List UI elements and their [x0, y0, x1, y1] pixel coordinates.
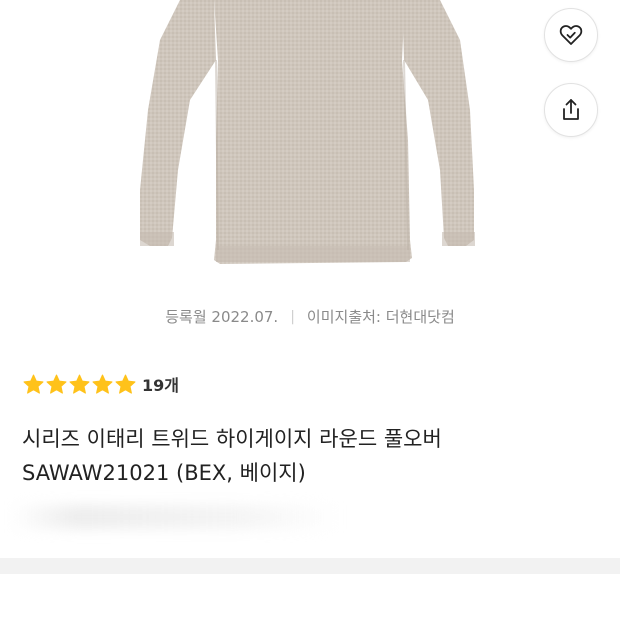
image-source: 이미지출처: 더현대닷컴 — [306, 308, 455, 326]
meta-divider: | — [290, 308, 295, 325]
product-title-line1: 시리즈 이태리 트위드 하이게이지 라운드 풀오버 — [22, 427, 442, 451]
star-icon — [46, 374, 67, 394]
product-image[interactable] — [0, 0, 620, 290]
star-icon — [23, 374, 44, 394]
star-icon — [69, 374, 90, 394]
product-title: 시리즈 이태리 트위드 하이게이지 라운드 풀오버 SAWAW21021 (BE… — [22, 422, 592, 490]
heart-check-icon — [559, 25, 583, 45]
star-icon — [115, 374, 136, 394]
share-icon — [563, 99, 579, 120]
image-meta: 등록월 2022.07. | 이미지출처: 더현대닷컴 — [0, 306, 620, 327]
blurred-content — [10, 505, 340, 529]
registered-date: 등록월 2022.07. — [165, 308, 279, 326]
sweater-image — [140, 0, 475, 264]
wishlist-button[interactable] — [544, 8, 598, 62]
rating[interactable]: 19개 — [22, 372, 179, 396]
share-button[interactable] — [544, 83, 598, 137]
star-icon — [92, 374, 113, 394]
star-rating — [22, 373, 137, 396]
product-title-line2: SAWAW21021 (BEX, 베이지) — [22, 461, 306, 485]
section-divider — [0, 558, 620, 574]
review-count[interactable]: 19개 — [142, 372, 179, 396]
